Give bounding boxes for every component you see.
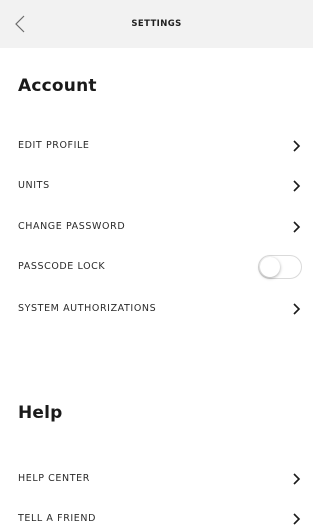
row-label: SYSTEM AUTHORIZATIONS bbox=[18, 303, 157, 314]
settings-row-change-password[interactable]: CHANGE PASSWORD bbox=[0, 212, 313, 242]
chevron-right-icon bbox=[291, 472, 301, 486]
row-label: UNITS bbox=[18, 180, 50, 191]
chevron-right-icon bbox=[291, 179, 301, 193]
chevron-right-icon bbox=[291, 220, 301, 234]
settings-row-edit-profile[interactable]: EDIT PROFILE bbox=[0, 131, 313, 161]
row-label: PASSCODE LOCK bbox=[18, 261, 106, 272]
settings-row-passcode-lock: PASSCODE LOCK bbox=[0, 252, 313, 282]
settings-screen: SETTINGS Account EDIT PROFILE UNITS CHAN… bbox=[0, 0, 313, 529]
chevron-right-icon bbox=[291, 139, 301, 153]
chevron-right-icon bbox=[291, 512, 301, 526]
row-label: TELL A FRIEND bbox=[18, 513, 97, 524]
settings-row-tell-a-friend[interactable]: TELL A FRIEND bbox=[0, 504, 313, 529]
nav-bar: SETTINGS bbox=[0, 0, 313, 48]
settings-row-units[interactable]: UNITS bbox=[0, 171, 313, 201]
passcode-lock-toggle[interactable] bbox=[258, 255, 302, 279]
row-label: HELP CENTER bbox=[18, 473, 90, 484]
row-label: EDIT PROFILE bbox=[18, 140, 90, 151]
settings-row-help-center[interactable]: HELP CENTER bbox=[0, 464, 313, 494]
settings-row-system-authorizations[interactable]: SYSTEM AUTHORIZATIONS bbox=[0, 294, 313, 324]
section-title-account: Account bbox=[18, 76, 97, 96]
row-label: CHANGE PASSWORD bbox=[18, 221, 126, 232]
chevron-right-icon bbox=[291, 302, 301, 316]
toggle-knob bbox=[260, 257, 280, 277]
section-title-help: Help bbox=[18, 403, 63, 423]
page-title: SETTINGS bbox=[131, 19, 182, 29]
